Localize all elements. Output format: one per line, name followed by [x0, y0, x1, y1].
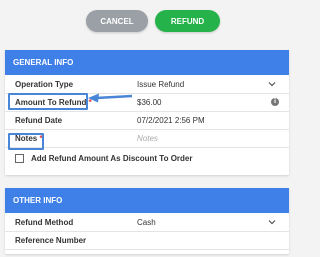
arrow-annotation [88, 93, 133, 103]
general-info-header: GENERAL INFO [5, 50, 289, 75]
operation-type-label: Operation Type [15, 80, 74, 89]
cancel-button[interactable]: CANCEL [86, 10, 148, 32]
reference-number-label: Reference Number [15, 236, 87, 245]
discount-checkbox-row[interactable]: Add Refund Amount As Discount To Order [15, 152, 192, 164]
refund-method-label: Refund Method [15, 218, 74, 227]
operation-type-row[interactable]: Operation Type Issue Refund [5, 76, 289, 94]
required-marker: * [39, 134, 43, 143]
notes-label: Notes * [15, 134, 43, 143]
refund-method-value[interactable]: Cash [137, 218, 156, 227]
chevron-down-icon[interactable] [267, 217, 277, 227]
info-icon[interactable]: i [271, 98, 279, 106]
notes-row[interactable]: Notes * Notes [5, 130, 289, 148]
discount-checkbox[interactable] [15, 153, 24, 163]
general-info-card: GENERAL INFO Operation Type Issue Refund… [5, 50, 289, 175]
operation-type-value[interactable]: Issue Refund [137, 80, 184, 89]
amount-to-refund-row[interactable]: Amount To Refund * $36.00 i [5, 94, 289, 112]
notes-input[interactable]: Notes [137, 134, 158, 143]
discount-checkbox-label: Add Refund Amount As Discount To Order [31, 153, 193, 163]
action-bar: CANCEL REFUND [0, 0, 300, 48]
refund-button[interactable]: REFUND [155, 10, 220, 32]
other-info-header: OTHER INFO [5, 188, 289, 213]
refund-method-row[interactable]: Refund Method Cash [5, 214, 289, 232]
amount-to-refund-label: Amount To Refund * [15, 98, 92, 107]
other-info-card: OTHER INFO Refund Method Cash Reference … [5, 188, 289, 254]
amount-to-refund-input[interactable]: $36.00 [137, 98, 161, 107]
refund-date-label: Refund Date [15, 116, 63, 125]
refund-date-value[interactable]: 07/2/2021 2:56 PM [137, 116, 205, 125]
refund-date-row[interactable]: Refund Date 07/2/2021 2:56 PM [5, 112, 289, 130]
chevron-down-icon[interactable] [267, 79, 277, 89]
reference-number-row[interactable]: Reference Number [5, 232, 289, 250]
